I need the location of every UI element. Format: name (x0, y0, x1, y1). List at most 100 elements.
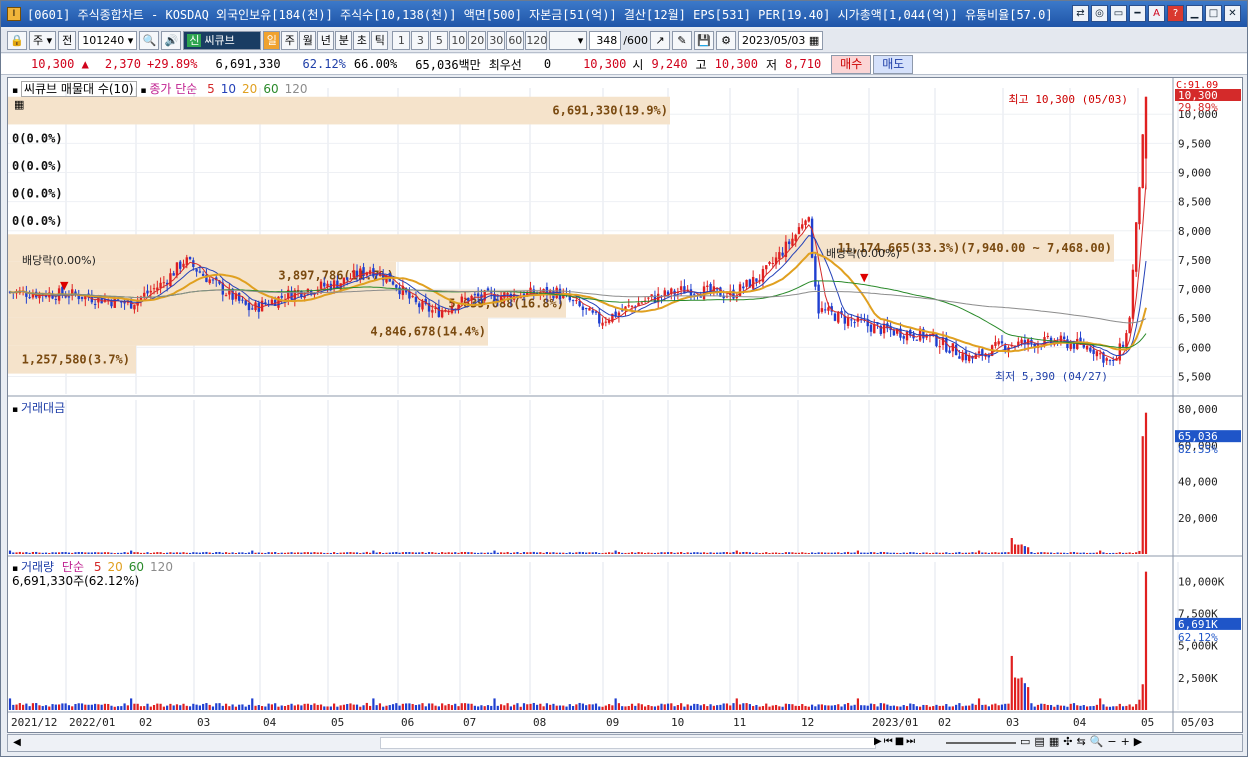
volume-bar (532, 702, 535, 710)
bid-label: 최우선 (488, 57, 522, 72)
scroll-thumb[interactable] (380, 737, 876, 749)
amount-bar (850, 552, 853, 554)
volume-bar (323, 706, 326, 710)
period-button-6[interactable]: 틱 (371, 31, 389, 50)
amount-bar (833, 552, 837, 554)
period-button-2[interactable]: 월 (299, 31, 317, 50)
interval-button-10[interactable]: 10 (449, 31, 468, 50)
interval-button-1[interactable]: 1 (392, 31, 411, 50)
amount-bar (873, 552, 876, 554)
amount-bar (555, 552, 558, 554)
zoom-slider[interactable] (946, 742, 1016, 744)
tile-icon[interactable]: ▤ (1034, 735, 1044, 748)
period-button-3[interactable]: 년 (317, 31, 335, 50)
candle-body (251, 308, 254, 310)
candle-body (997, 341, 1000, 345)
volume-bar (1053, 706, 1056, 710)
window-icon[interactable]: ▭ (1110, 5, 1127, 22)
count-input[interactable]: 348 (589, 31, 622, 50)
volume-bar (15, 704, 18, 710)
amount-bar (784, 552, 787, 554)
ring-icon[interactable]: ◎ (1091, 5, 1108, 22)
settings-icon[interactable]: ⚙ (716, 31, 737, 50)
step-forward-icon[interactable]: ⏭ (906, 736, 915, 747)
type-select[interactable]: 주 ▾ (29, 31, 57, 50)
zoom-out-icon[interactable]: 🔍 (1090, 735, 1104, 748)
volume-bar (202, 703, 205, 710)
interval-button-3[interactable]: 3 (411, 31, 430, 50)
interval-button-120[interactable]: 120 (525, 31, 548, 50)
amount-bar (346, 552, 349, 554)
search-icon[interactable]: 🔍 (139, 31, 160, 50)
interval-dropdown[interactable]: ▾ (549, 31, 588, 50)
volume-bar (863, 705, 866, 710)
buy-button[interactable]: 매수 (831, 54, 872, 74)
volume-bar (51, 704, 54, 710)
sell-button[interactable]: 매도 (873, 54, 914, 74)
tool-icon[interactable]: ↗ (650, 31, 671, 50)
alert-icon[interactable]: A (1148, 5, 1165, 22)
amount-bar (840, 552, 843, 554)
amount-bar (365, 551, 368, 554)
code-input[interactable]: 101240 ▾ (78, 31, 138, 50)
amount-bar (611, 552, 614, 554)
amount-bar (467, 552, 470, 554)
volume-ytick-label: 10,000K (1178, 575, 1225, 588)
arrows-icon[interactable]: ⇆ (1076, 735, 1085, 748)
all-button[interactable]: 전 (58, 31, 77, 50)
date-input[interactable]: 2023/05/03 ▦ (738, 31, 824, 50)
stock-name-field[interactable]: 신 씨큐브 (183, 31, 262, 50)
amount-bar (696, 552, 699, 554)
volume-bar (159, 703, 162, 710)
volume-bar (896, 706, 899, 710)
link-icon[interactable]: ⇄ (1072, 5, 1089, 22)
minus-window-icon[interactable]: ━ (1129, 5, 1146, 22)
interval-button-20[interactable]: 20 (468, 31, 487, 50)
scroll-left-icon[interactable]: ◀ (10, 736, 24, 750)
step-back-icon[interactable]: ⏮ (884, 736, 893, 747)
layout-icon[interactable]: ▭ (1020, 735, 1030, 748)
amount-bar (608, 552, 611, 554)
amount-bar (797, 552, 801, 554)
candle-body (706, 285, 709, 287)
amount-bar (774, 552, 778, 554)
interval-button-30[interactable]: 30 (487, 31, 506, 50)
amount-bar (97, 552, 100, 554)
minimize-button[interactable]: ▁ (1186, 5, 1203, 22)
amount-bar (290, 552, 293, 554)
play-icon[interactable]: ▶ (874, 736, 882, 747)
speaker-icon[interactable]: 🔊 (161, 31, 182, 50)
close-button[interactable]: ✕ (1224, 5, 1241, 22)
volume-value-label: 6,691,330주(62.12%) (12, 574, 140, 588)
stop-icon[interactable]: ■ (895, 736, 904, 747)
candle-body (647, 297, 650, 299)
volume-bar (1125, 705, 1128, 710)
amount-bar (470, 552, 473, 554)
volume-bar (339, 705, 342, 710)
period-button-4[interactable]: 분 (335, 31, 353, 50)
scroll-right-icon[interactable]: ▶ (1134, 735, 1142, 748)
lock-icon[interactable]: 🔒 (7, 31, 27, 50)
period-button-1[interactable]: 주 (281, 31, 299, 50)
volume-bar (810, 704, 814, 710)
volume-bar (388, 705, 391, 710)
period-button-5[interactable]: 초 (353, 31, 371, 50)
save-icon[interactable]: 💾 (694, 31, 715, 50)
interval-button-5[interactable]: 5 (430, 31, 449, 50)
cross-icon[interactable]: ✣ (1063, 735, 1072, 748)
profile-icon[interactable]: ▦ (14, 98, 24, 111)
volume-bar (378, 703, 382, 710)
chart-area[interactable]: 10,000 9,500 9,000 8,500 8,000 7,500 7,000 6,50… (7, 77, 1243, 733)
chart-canvas[interactable]: 10,0009,5009,0008,5008,0007,5007,0006,50… (8, 78, 1242, 732)
candle-body (778, 252, 781, 260)
minus-icon[interactable]: − (1107, 735, 1116, 748)
candle-body (345, 277, 349, 280)
plus-icon[interactable]: + (1121, 735, 1130, 748)
interval-button-60[interactable]: 60 (506, 31, 525, 50)
period-button-0[interactable]: 일 (263, 31, 281, 50)
maximize-button[interactable]: □ (1205, 5, 1222, 22)
volume-bar (336, 706, 339, 710)
grid-icon[interactable]: ▦ (1049, 735, 1059, 748)
help-icon[interactable]: ? (1167, 5, 1184, 22)
draw-icon[interactable]: ✎ (672, 31, 693, 50)
